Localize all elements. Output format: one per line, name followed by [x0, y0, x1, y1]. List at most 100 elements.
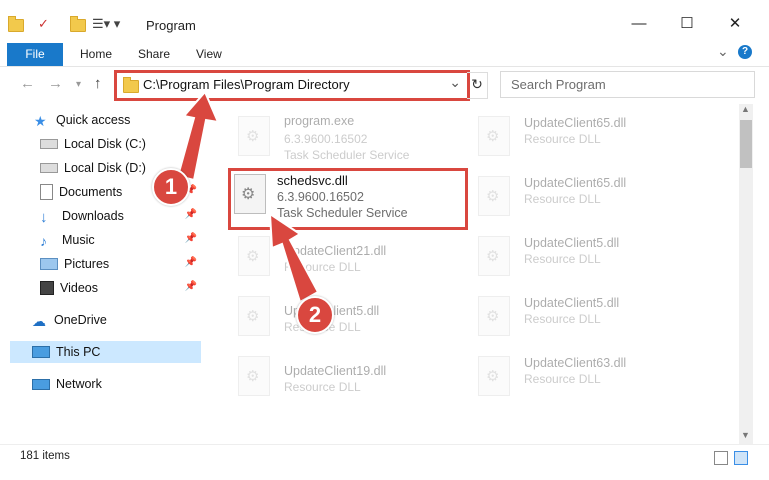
scroll-down-icon[interactable]: ▼: [741, 430, 750, 440]
sidebar-item-quick-access[interactable]: ★ Quick access: [34, 109, 204, 131]
sidebar-item-this-pc[interactable]: This PC: [10, 341, 201, 363]
close-button[interactable]: ✕: [720, 12, 750, 36]
address-path: C:\Program Files\Program Directory: [143, 77, 350, 92]
address-dropdown-icon[interactable]: ⌄: [449, 74, 461, 91]
pin-icon[interactable]: 📌: [185, 233, 197, 244]
documents-icon: [40, 184, 53, 200]
pin-icon[interactable]: 📌: [185, 209, 197, 220]
dll-file-icon: [478, 236, 510, 276]
address-folder-icon: [123, 77, 139, 93]
help-icon[interactable]: ?: [738, 45, 752, 59]
list-item[interactable]: UpdateClient19.dll Resource DLL: [222, 348, 462, 406]
file-name: UpdateClient21.dll: [284, 244, 387, 258]
customize-quick-access-icon[interactable]: ☰▾ ▾: [92, 15, 120, 33]
details-view-icon[interactable]: [714, 451, 728, 465]
new-folder-icon[interactable]: [70, 15, 86, 34]
tab-home[interactable]: Home: [80, 47, 112, 61]
sidebar-item-network[interactable]: Network: [32, 373, 201, 395]
up-icon[interactable]: ↑: [94, 75, 102, 92]
file-name: UpdateClient5.dll: [524, 296, 620, 310]
pin-icon[interactable]: 📌: [185, 161, 197, 172]
highlighted-file[interactable]: ⚙ schedsvc.dll 6.3.9600.16502 Task Sched…: [228, 168, 468, 230]
list-item[interactable]: program.exe 6.3.9600.16502 Task Schedule…: [222, 108, 462, 166]
scrollbar-thumb[interactable]: [740, 120, 752, 168]
sidebar-item-label: This PC: [56, 345, 101, 359]
forward-icon[interactable]: →: [48, 75, 63, 92]
pin-icon[interactable]: 📌: [185, 257, 197, 268]
file-description: Resource DLL: [524, 372, 601, 386]
sidebar-item-pictures[interactable]: Pictures 📌: [40, 253, 201, 275]
dll-file-icon: [478, 116, 510, 156]
sidebar-item-label: Quick access: [56, 113, 131, 127]
search-placeholder: Search Program: [511, 77, 606, 92]
file-name: schedsvc.dll: [277, 173, 348, 188]
pin-icon[interactable]: 📌: [185, 281, 197, 292]
expand-ribbon-icon[interactable]: ⌄: [717, 43, 729, 60]
address-bar[interactable]: C:\Program Files\Program Directory ⌄: [114, 70, 470, 101]
file-description: Task Scheduler Service: [284, 148, 410, 162]
list-item[interactable]: UpdateClient5.dll Resource DLL: [462, 288, 702, 346]
dll-file-icon: [238, 296, 270, 336]
scroll-up-icon[interactable]: ▲: [741, 104, 750, 114]
sidebar-item-downloads[interactable]: ↓ Downloads 📌: [40, 205, 201, 227]
sidebar-item-label: Documents: [59, 185, 123, 199]
sidebar-item-label: OneDrive: [54, 313, 107, 327]
file-tab[interactable]: File: [7, 43, 63, 66]
search-input[interactable]: Search Program: [500, 71, 755, 98]
minimize-button[interactable]: —: [624, 12, 654, 36]
list-item[interactable]: UpdateClient21.dll Resource DLL: [222, 228, 462, 286]
pictures-icon: [40, 258, 58, 270]
tab-view[interactable]: View: [196, 47, 222, 61]
cloud-icon: ☁: [32, 313, 46, 329]
star-icon: ★: [34, 113, 47, 129]
file-version: 6.3.9600.16502: [277, 190, 364, 204]
file-list: program.exe 6.3.9600.16502 Task Schedule…: [214, 104, 739, 444]
videos-icon: [40, 281, 54, 295]
sidebar-item-label: Network: [56, 377, 102, 391]
tab-share[interactable]: Share: [138, 47, 170, 61]
file-description: Resource DLL: [524, 252, 601, 266]
dll-file-icon: ⚙: [234, 174, 266, 214]
properties-icon[interactable]: ✓: [38, 15, 49, 33]
window-title: Program: [146, 18, 196, 33]
sidebar-item-videos[interactable]: Videos 📌: [40, 277, 201, 299]
item-count: 181 items: [20, 450, 70, 462]
file-description: Resource DLL: [284, 380, 361, 394]
refresh-button[interactable]: ↻: [467, 72, 488, 99]
sidebar-item-label: Local Disk (C:): [64, 137, 146, 151]
list-item[interactable]: UpdateClient65.dll Resource DLL: [462, 168, 702, 226]
file-description: Resource DLL: [524, 192, 601, 206]
file-name: program.exe: [284, 114, 355, 128]
title-bar: ✓ ☰▾ ▾ Program — ☐ ✕: [0, 0, 769, 40]
maximize-button[interactable]: ☐: [672, 12, 702, 36]
drive-icon: [40, 163, 58, 173]
pin-icon[interactable]: 📌: [185, 137, 197, 148]
file-name: UpdateClient65.dll: [524, 116, 627, 130]
file-description: Resource DLL: [284, 260, 361, 274]
folder-icon: [8, 15, 24, 34]
sidebar-item-music[interactable]: ♪ Music 📌: [40, 229, 201, 251]
list-item[interactable]: UpdateClient63.dll Resource DLL: [462, 348, 702, 406]
recent-locations-icon[interactable]: ▾: [76, 79, 81, 90]
list-item[interactable]: UpdateClient5.dll Resource DLL: [222, 288, 462, 346]
downloads-icon: ↓: [40, 209, 48, 226]
file-description: Resource DLL: [524, 132, 601, 146]
file-name: UpdateClient63.dll: [524, 356, 627, 370]
list-item[interactable]: UpdateClient65.dll Resource DLL: [462, 108, 702, 166]
file-name: UpdateClient5.dll: [524, 236, 620, 250]
step-2-badge: 2: [296, 296, 334, 334]
sidebar-item-local-disk-c[interactable]: Local Disk (C:) 📌: [40, 133, 201, 155]
vertical-scrollbar[interactable]: ▲ ▼: [739, 104, 753, 444]
step-1-badge: 1: [152, 168, 190, 206]
large-icons-view-icon[interactable]: [734, 451, 748, 465]
back-icon[interactable]: ←: [20, 75, 35, 92]
list-item[interactable]: UpdateClient5.dll Resource DLL: [462, 228, 702, 286]
dll-file-icon: [478, 296, 510, 336]
file-description: Resource DLL: [524, 312, 601, 326]
music-icon: ♪: [40, 233, 47, 249]
file-name: UpdateClient19.dll: [284, 364, 387, 378]
sidebar-item-onedrive[interactable]: ☁ OneDrive: [32, 309, 201, 331]
dll-file-icon: [478, 356, 510, 396]
sidebar-item-label: Local Disk (D:): [64, 161, 146, 175]
computer-icon: [32, 346, 50, 358]
